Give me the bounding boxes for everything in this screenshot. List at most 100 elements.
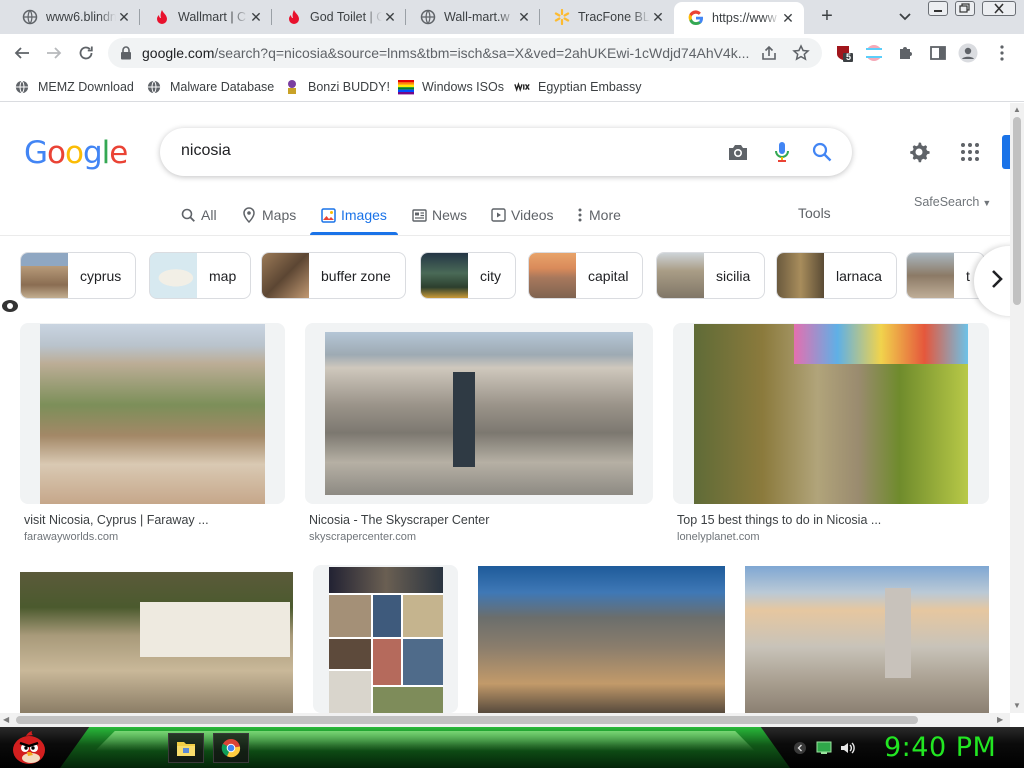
- google-logo[interactable]: Google: [24, 135, 128, 171]
- vertical-scroll-thumb[interactable]: [1013, 117, 1021, 305]
- logo-letter: e: [109, 135, 128, 171]
- flame-icon: [286, 9, 302, 25]
- horizontal-scroll-thumb[interactable]: [16, 716, 918, 724]
- forward-arrow-icon[interactable]: [42, 41, 66, 65]
- bookmark-star-icon[interactable]: [792, 44, 810, 67]
- image-result[interactable]: Nicosia - The Skyscraper Center skyscrap…: [305, 323, 653, 548]
- tab-title: https://www: [712, 11, 777, 25]
- shield-extension-icon[interactable]: 5: [834, 43, 854, 63]
- settings-gear-icon[interactable]: [907, 140, 931, 164]
- browser-tab[interactable]: God Toilet | C ✕: [272, 0, 406, 34]
- start-button-angry-bird-icon[interactable]: [8, 728, 50, 766]
- chip-map[interactable]: map: [149, 252, 252, 299]
- tab-title: Wall-mart.w: [444, 10, 510, 24]
- active-tab-indicator: [310, 232, 398, 235]
- close-tab-icon[interactable]: ✕: [780, 10, 796, 26]
- browser-tab[interactable]: TracFone BL ✕: [540, 0, 674, 34]
- new-tab-button[interactable]: +: [815, 5, 839, 29]
- chip-partial[interactable]: t: [906, 252, 985, 299]
- chip-label: sicilia: [716, 267, 751, 284]
- tools-button[interactable]: Tools: [798, 205, 831, 221]
- bookmark-item[interactable]: Windows ISOs: [398, 77, 504, 97]
- chrome-menu-icon[interactable]: [992, 43, 1012, 63]
- apps-grid-icon[interactable]: [958, 140, 982, 164]
- result-source[interactable]: skyscrapercenter.com: [309, 531, 416, 543]
- side-panel-icon[interactable]: [928, 43, 948, 63]
- address-bar[interactable]: google.com/search?q=nicosia&source=lnms&…: [108, 38, 822, 68]
- chrome-taskbar-icon[interactable]: [213, 733, 249, 763]
- bookmark-label: Malware Database: [170, 80, 275, 94]
- tab-all[interactable]: All: [180, 204, 217, 226]
- scroll-left-arrow-icon[interactable]: ◀: [3, 715, 9, 724]
- profile-avatar-icon[interactable]: [958, 43, 978, 63]
- share-icon[interactable]: [760, 45, 778, 66]
- result-title[interactable]: visit Nicosia, Cyprus | Faraway ...: [24, 513, 209, 527]
- close-window-button[interactable]: [982, 1, 1016, 16]
- chip-city[interactable]: city: [420, 252, 516, 299]
- result-source[interactable]: farawayworlds.com: [24, 531, 118, 543]
- tab-images[interactable]: Images: [320, 204, 387, 226]
- chip-capital[interactable]: capital: [528, 252, 644, 299]
- tab-videos[interactable]: Videos: [490, 204, 554, 226]
- tab-search-chevron-icon[interactable]: [893, 7, 917, 27]
- search-box[interactable]: nicosia: [160, 128, 852, 176]
- result-source[interactable]: lonelyplanet.com: [677, 531, 760, 543]
- chip-larnaca[interactable]: larnaca: [776, 252, 897, 299]
- profile-circle-extension-icon[interactable]: [864, 43, 884, 63]
- tab-more[interactable]: More: [576, 204, 621, 226]
- image-result[interactable]: [20, 572, 293, 713]
- browser-tab-active[interactable]: https://www ✕: [674, 2, 804, 34]
- browser-tab[interactable]: www6.blindn ✕: [8, 0, 140, 34]
- close-tab-icon[interactable]: ✕: [116, 9, 132, 25]
- chip-cyprus[interactable]: cyprus: [20, 252, 137, 299]
- lock-icon[interactable]: [120, 46, 132, 65]
- restore-button[interactable]: [955, 1, 975, 16]
- close-tab-icon[interactable]: ✕: [382, 9, 398, 25]
- back-arrow-icon[interactable]: [10, 41, 34, 65]
- result-title[interactable]: Top 15 best things to do in Nicosia ...: [677, 513, 881, 527]
- scroll-right-arrow-icon[interactable]: ▶: [997, 715, 1003, 724]
- search-input[interactable]: nicosia: [181, 142, 231, 160]
- close-tab-icon[interactable]: ✕: [248, 9, 264, 25]
- bonzi-icon: [284, 79, 300, 95]
- safesearch-dropdown[interactable]: SafeSearch ▼: [914, 195, 991, 209]
- chip-sicilia[interactable]: sicilia: [656, 252, 766, 299]
- tray-expand-icon[interactable]: [792, 740, 808, 756]
- tab-title: Wallmart | C: [178, 10, 247, 24]
- image-result[interactable]: [478, 566, 725, 713]
- chip-buffer-zone[interactable]: buffer zone: [261, 252, 406, 299]
- file-explorer-icon[interactable]: [168, 733, 204, 763]
- scroll-down-arrow-icon[interactable]: ▼: [1013, 701, 1021, 710]
- tab-maps[interactable]: Maps: [241, 204, 296, 226]
- bookmark-item[interactable]: Malware Database: [146, 77, 274, 97]
- image-result[interactable]: Top 15 best things to do in Nicosia ... …: [673, 323, 989, 548]
- puzzle-extensions-icon[interactable]: [896, 43, 916, 63]
- reload-icon[interactable]: [74, 41, 98, 65]
- taskbar-clock[interactable]: 9:40 PM: [884, 732, 996, 763]
- url-path: /search?q=nicosia&source=lnms&tbm=isch&s…: [214, 45, 750, 61]
- sign-in-button[interactable]: [1002, 135, 1010, 169]
- bookmark-item[interactable]: MEMZ Download: [14, 77, 134, 97]
- tab-news[interactable]: News: [411, 204, 467, 226]
- result-title[interactable]: Nicosia - The Skyscraper Center: [309, 513, 489, 527]
- speaker-volume-icon[interactable]: [840, 740, 856, 756]
- browser-tab[interactable]: Wallmart | C ✕: [140, 0, 272, 34]
- horizontal-scrollbar[interactable]: ◀ ▶: [0, 713, 1010, 727]
- camera-icon[interactable]: [726, 140, 750, 164]
- battery-monitor-icon[interactable]: [816, 740, 832, 756]
- search-icon[interactable]: [810, 140, 834, 164]
- vertical-scrollbar[interactable]: ▲ ▼: [1010, 103, 1024, 713]
- microphone-icon[interactable]: [770, 140, 794, 164]
- minimize-button[interactable]: [928, 1, 948, 16]
- close-tab-icon[interactable]: ✕: [516, 9, 532, 25]
- logo-letter: g: [82, 135, 103, 171]
- browser-tab[interactable]: Wall-mart.w ✕: [406, 0, 540, 34]
- bookmark-item[interactable]: Bonzi BUDDY!: [284, 77, 390, 97]
- image-result[interactable]: visit Nicosia, Cyprus | Faraway ... fara…: [20, 323, 285, 548]
- chip-label: larnaca: [836, 267, 882, 284]
- scroll-up-arrow-icon[interactable]: ▲: [1013, 105, 1021, 114]
- bookmark-item[interactable]: Egyptian Embassy: [514, 77, 642, 97]
- close-tab-icon[interactable]: ✕: [650, 9, 666, 25]
- image-result[interactable]: [313, 565, 458, 713]
- image-result[interactable]: [745, 566, 989, 713]
